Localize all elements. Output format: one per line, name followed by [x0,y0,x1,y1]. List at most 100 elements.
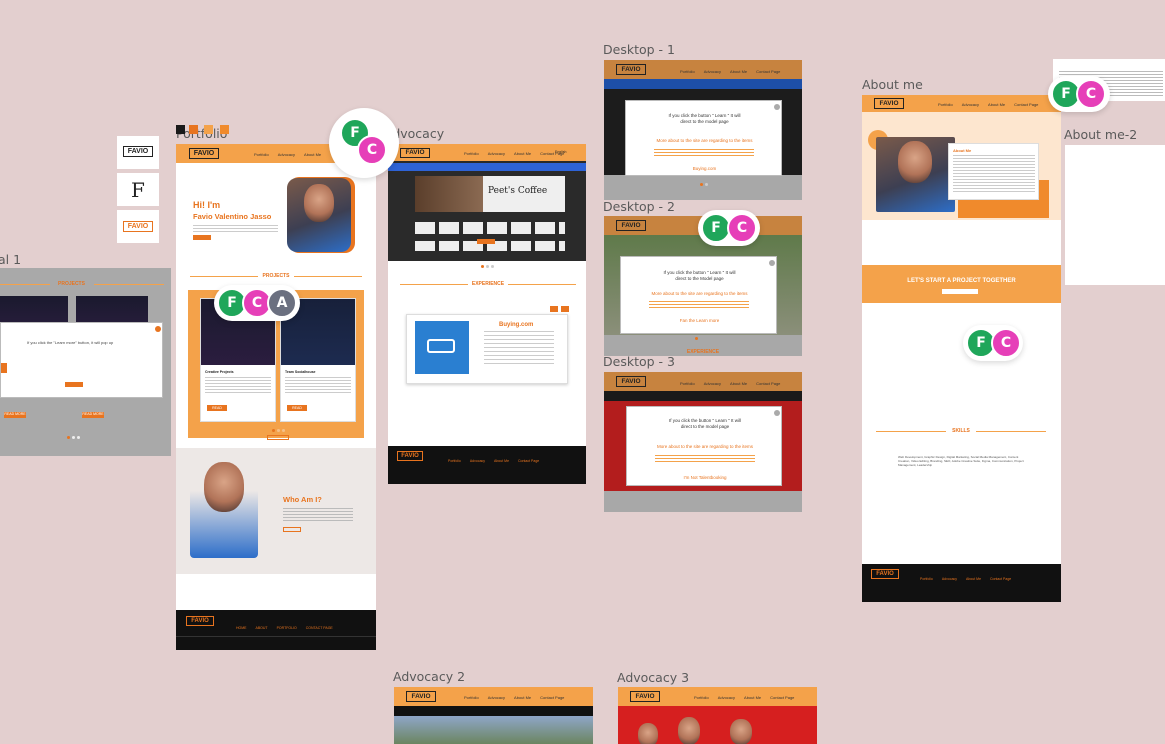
close-icon[interactable] [155,326,161,332]
nav-link-about[interactable]: About Me [514,151,531,156]
footer-link[interactable]: PORTFOLIO [277,626,297,630]
learn-button[interactable] [477,239,495,244]
nav-link-about[interactable]: About Me [730,69,747,74]
nav-link-about[interactable]: About Me [988,102,1005,107]
close-icon[interactable] [774,410,780,416]
footer-link[interactable]: Contact Page [518,459,539,463]
logo[interactable]: FAVIO [406,691,436,702]
nav-link-portfolio[interactable]: Portfolio [680,381,695,386]
frame-advocacy[interactable]: FAVIO Portfolio Advocacy About Me Contac… [388,144,586,484]
cta-button[interactable] [942,289,978,294]
logo-card-2[interactable]: F [117,173,159,206]
nav-link-contact[interactable]: Contact Page [1014,102,1038,107]
modal-dialog[interactable]: If you click the button " Learn " It wil… [626,406,782,486]
nav-link-portfolio[interactable]: Portfolio [464,695,479,700]
carousel-dot[interactable] [277,429,280,432]
footer-logo[interactable]: FAVIO [186,616,214,626]
footer-link[interactable]: HOME [236,626,247,630]
nav-link-portfolio[interactable]: Portfolio [680,69,695,74]
read-more-button[interactable]: READ MORE [207,405,227,416]
modal-dialog[interactable]: If you click the button " Learn " It wil… [625,100,782,176]
frame-desktop-3[interactable]: FAVIO Portfolio Advocacy About Me Contac… [604,372,802,512]
logo[interactable]: FAVIO [189,148,219,159]
logo[interactable]: FAVIO [630,691,660,702]
frame-label-advocacy-3[interactable]: Advocacy 3 [617,670,689,685]
frame-label-desktop-1[interactable]: Desktop - 1 [603,42,675,57]
hero-button[interactable] [193,235,211,240]
carousel-dot[interactable] [282,429,285,432]
nav-link-contact[interactable]: Contact Page [770,695,794,700]
logo[interactable]: FAVIO [616,64,646,75]
carousel-dot[interactable] [700,183,703,186]
carousel-dot[interactable] [67,436,70,439]
logo-card-1[interactable]: FAVIO [117,136,159,169]
logo[interactable]: FAVIO [616,376,646,387]
close-icon[interactable] [769,260,775,266]
carousel-dot[interactable] [77,436,80,439]
footer-link[interactable]: About Me [494,459,509,463]
carousel-dot[interactable] [705,183,708,186]
frame-label-desktop-3[interactable]: Desktop - 3 [603,354,675,369]
frame-label-about-2[interactable]: About me-2 [1064,127,1137,142]
footer-link[interactable]: About Me [966,577,981,581]
frame-about-me[interactable]: FAVIO Portfolio Advocacy About Me Contac… [862,95,1061,602]
footer-logo[interactable]: FAVIO [871,569,899,579]
modal-link[interactable]: Fan the Learn more [621,318,778,323]
close-icon[interactable] [774,104,780,110]
next-arrow[interactable] [561,306,569,312]
nav-link-portfolio[interactable]: Portfolio [464,151,479,156]
carousel-dot[interactable] [695,337,698,340]
nav-link-advocacy[interactable]: Advocacy [718,695,735,700]
carousel-dot[interactable] [486,265,489,268]
view-more-button[interactable] [267,435,289,440]
experience-card[interactable]: Buying.com [406,314,568,384]
frame-label-left-partial[interactable]: al 1 [0,252,21,267]
footer-link[interactable]: CONTACT PAGE [306,626,333,630]
nav-link-advocacy[interactable]: Advocacy [704,381,721,386]
read-more-button[interactable]: READ MORE [82,412,104,418]
read-more-button[interactable]: READ MORE [287,405,307,416]
modal-side-button[interactable] [1,363,7,373]
frame-advocacy-2[interactable]: FAVIO Portfolio Advocacy About Me Contac… [394,687,593,744]
modal-dialog[interactable]: If you click the "Learn more" button, it… [0,322,163,398]
nav-link-advocacy[interactable]: Advocacy [488,151,505,156]
carousel-dot[interactable] [481,265,484,268]
frame-left-partial[interactable]: PROJECTS If you click the "Learn more" b… [0,268,171,456]
avatar[interactable]: C [1076,79,1106,109]
nav-link-portfolio[interactable]: Portfolio [254,152,269,157]
avatar[interactable]: C [727,213,757,243]
footer-link[interactable]: Portfolio [448,459,461,463]
footer-link[interactable]: Advocacy [942,577,957,581]
language-selector[interactable]: English [555,150,566,154]
logo[interactable]: FAVIO [400,148,430,158]
color-swatch-black[interactable] [176,125,185,134]
footer-link[interactable]: ABOUT [256,626,268,630]
frame-label-about[interactable]: About me [862,77,923,92]
logo[interactable]: FAVIO [874,98,904,109]
logo-card-3[interactable]: FAVIO [117,210,159,243]
modal-dialog[interactable]: If you click the button " Learn " It wil… [620,256,777,334]
nav-link-contact[interactable]: Contact Page [756,381,780,386]
footer-link[interactable]: Portfolio [920,577,933,581]
color-swatch-light-orange[interactable] [204,125,213,134]
color-swatch-orange[interactable] [189,125,198,134]
avatar[interactable]: C [357,135,387,165]
nav-link-portfolio[interactable]: Portfolio [938,102,953,107]
modal-link[interactable]: I'm Not Talentbooking [627,475,783,480]
footer-logo[interactable]: FAVIO [397,451,423,461]
nav-link-advocacy[interactable]: Advocacy [278,152,295,157]
avatar[interactable]: A [267,288,297,318]
prev-arrow[interactable] [550,306,558,312]
nav-link-about[interactable]: About Me [514,695,531,700]
nav-link-contact[interactable]: Contact Page [540,695,564,700]
nav-link-about[interactable]: About Me [744,695,761,700]
nav-link-portfolio[interactable]: Portfolio [694,695,709,700]
modal-link[interactable]: Buying.com [626,166,783,171]
nav-link-about[interactable]: About Me [304,152,321,157]
avatar[interactable]: C [991,328,1021,358]
nav-link-advocacy[interactable]: Advocacy [704,69,721,74]
whoami-button[interactable] [283,527,301,532]
carousel-dot[interactable] [72,436,75,439]
read-more-button[interactable]: READ MORE [4,412,26,418]
nav-link-advocacy[interactable]: Advocacy [488,695,505,700]
